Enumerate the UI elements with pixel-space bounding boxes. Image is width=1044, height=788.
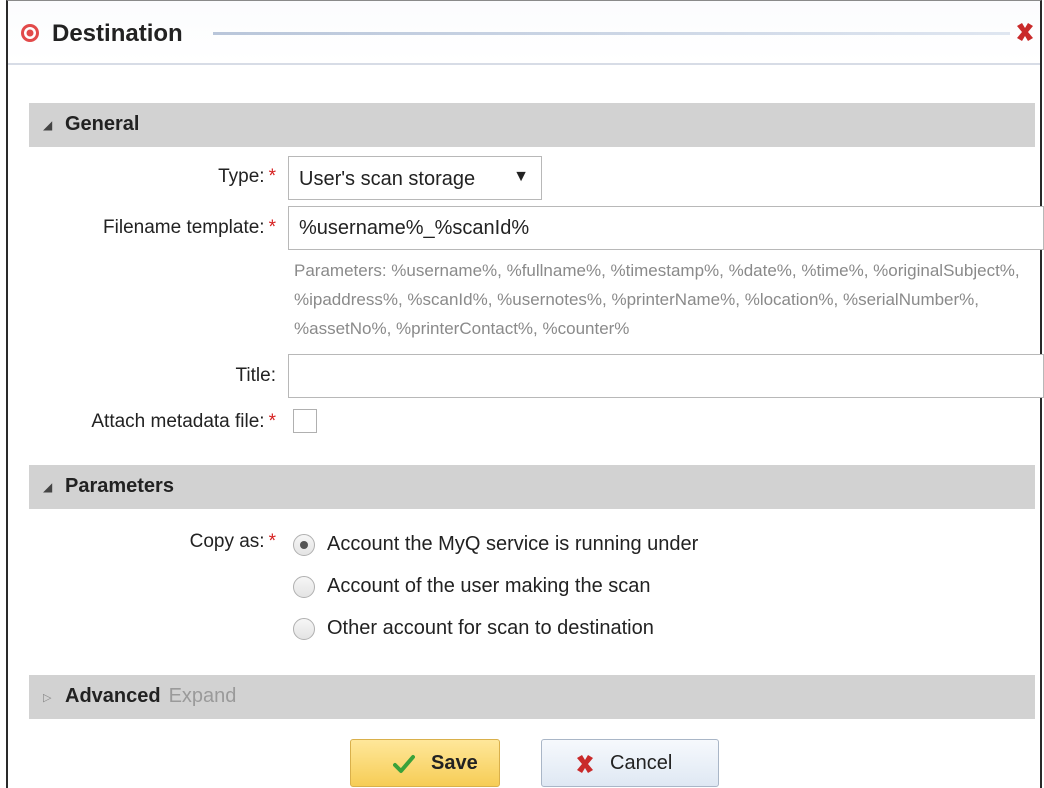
cancel-button-label: Cancel — [610, 752, 673, 774]
section-general-title: General — [65, 113, 140, 135]
title-label-text: Title: — [235, 365, 276, 386]
radio-button[interactable] — [293, 534, 315, 556]
required-marker: * — [268, 217, 276, 238]
save-button-label: Save — [431, 752, 478, 774]
save-button[interactable]: Save — [350, 739, 500, 787]
radio-label: Other account for scan to destination — [327, 617, 654, 639]
radio-label: Account of the user making the scan — [327, 575, 651, 597]
collapse-triangle-icon: ◢ — [43, 480, 53, 494]
attach-metadata-checkbox[interactable] — [293, 409, 317, 433]
radio-button[interactable] — [293, 618, 315, 640]
title-label: Title: — [236, 365, 276, 387]
cancel-button[interactable]: Cancel — [541, 739, 719, 787]
collapse-triangle-icon: ◢ — [43, 118, 53, 132]
attach-metadata-label: Attach metadata file: * — [91, 411, 276, 433]
type-label: Type: * — [218, 166, 276, 188]
target-icon — [21, 24, 39, 42]
type-select-value: User's scan storage — [299, 168, 476, 190]
section-advanced-header[interactable]: ▷ Advanced Expand — [29, 675, 1035, 719]
filename-template-label-text: Filename template: — [103, 217, 265, 238]
section-general-header[interactable]: ◢ General — [29, 103, 1035, 147]
parameters-hint: Parameters: %username%, %fullname%, %tim… — [294, 261, 1020, 338]
destination-dialog: Destination ◢ General Type: * User's scan… — [6, 0, 1044, 788]
required-marker: * — [268, 531, 276, 552]
filename-template-label: Filename template: * — [103, 217, 276, 239]
radio-label: Account the MyQ service is running under — [327, 533, 699, 555]
dropdown-caret-icon: ▼ — [513, 168, 529, 185]
filename-template-input[interactable] — [288, 206, 1044, 250]
expand-link[interactable]: Expand — [169, 685, 237, 707]
required-marker: * — [268, 411, 276, 432]
title-input[interactable] — [288, 354, 1044, 398]
close-x-icon — [577, 755, 593, 773]
checkmark-icon — [393, 755, 415, 773]
titlebar-divider — [213, 32, 1010, 35]
radio-button[interactable] — [293, 576, 315, 598]
section-parameters-header[interactable]: ◢ Parameters — [29, 465, 1035, 509]
expand-triangle-icon: ▷ — [43, 692, 52, 704]
required-marker: * — [268, 166, 276, 187]
section-advanced-title: Advanced Expand — [65, 685, 236, 708]
type-select[interactable]: User's scan storage ▼ — [288, 156, 542, 200]
dialog-title: Destination — [52, 20, 183, 47]
section-parameters-title: Parameters — [65, 475, 174, 497]
copy-as-label: Copy as: * — [190, 531, 276, 553]
close-x-icon[interactable] — [1014, 21, 1036, 43]
attach-metadata-label-text: Attach metadata file: — [91, 411, 265, 432]
copy-as-label-text: Copy as: — [189, 531, 265, 552]
advanced-title-text: Advanced — [65, 685, 161, 707]
dialog-titlebar: Destination — [8, 1, 1040, 65]
type-label-text: Type: — [218, 166, 265, 187]
